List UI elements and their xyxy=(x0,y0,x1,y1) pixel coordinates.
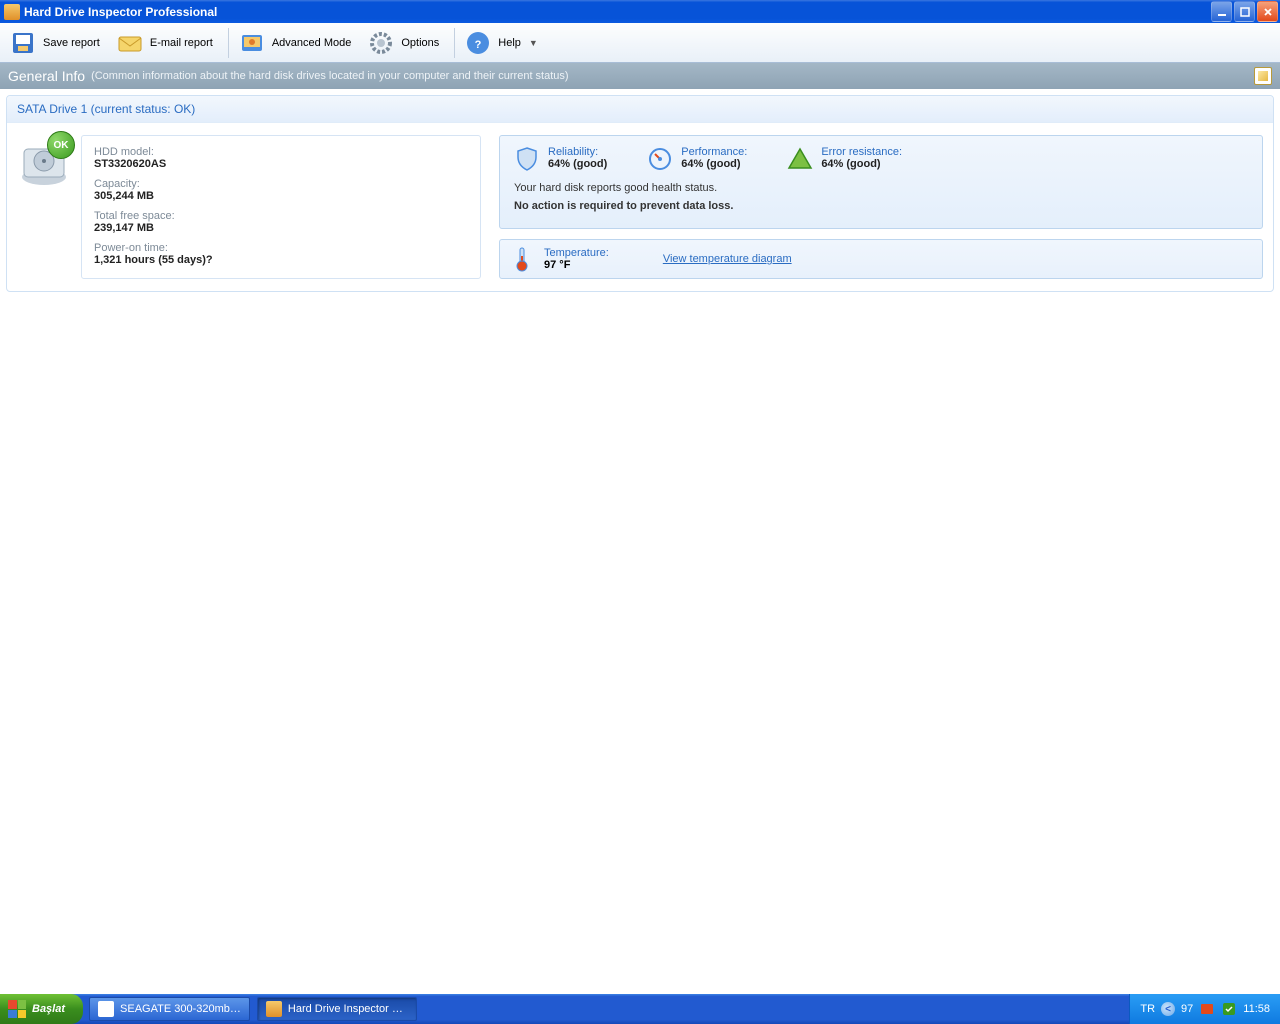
options-label: Options xyxy=(401,37,439,49)
temperature-label: Temperature: xyxy=(544,247,609,259)
performance-value: 64% (good) xyxy=(681,158,747,170)
language-indicator[interactable]: TR xyxy=(1140,1003,1155,1015)
drive-info-box: HDD model:ST3320620AS Capacity:305,244 M… xyxy=(81,135,481,279)
model-label: HDD model: xyxy=(94,146,468,158)
email-report-label: E-mail report xyxy=(150,37,213,49)
tray-temp[interactable]: 97 xyxy=(1181,1003,1193,1015)
clock[interactable]: 11:58 xyxy=(1243,1003,1270,1015)
task-icon xyxy=(98,1001,114,1017)
task-label: Hard Drive Inspector … xyxy=(288,1003,403,1015)
app-icon xyxy=(4,4,20,20)
save-report-button[interactable]: Save report xyxy=(4,26,111,60)
model-value: ST3320620AS xyxy=(94,158,468,170)
chevron-down-icon: ▼ xyxy=(529,38,538,48)
temperature-value: 97 °F xyxy=(544,259,609,271)
svg-text:?: ? xyxy=(475,39,482,51)
performance-label: Performance: xyxy=(681,146,747,158)
performance-metric: Performance:64% (good) xyxy=(647,146,747,172)
reliability-value: 64% (good) xyxy=(548,158,607,170)
tray-icon[interactable] xyxy=(1221,1001,1237,1017)
options-button[interactable]: Options xyxy=(362,26,450,60)
save-report-label: Save report xyxy=(43,37,100,49)
close-button[interactable] xyxy=(1257,1,1278,22)
error-label: Error resistance: xyxy=(821,146,902,158)
thermometer-icon xyxy=(514,246,530,272)
start-label: Başlat xyxy=(32,1003,65,1015)
free-value: 239,147 MB xyxy=(94,222,468,234)
status-box: Reliability:64% (good) Performance:64% (… xyxy=(499,135,1263,229)
reliability-metric: Reliability:64% (good) xyxy=(514,146,607,172)
free-label: Total free space: xyxy=(94,210,468,222)
taskbar-item-1[interactable]: SEAGATE 300-320mb… xyxy=(89,997,250,1021)
taskbar-item-2[interactable]: Hard Drive Inspector … xyxy=(257,997,417,1021)
save-icon xyxy=(9,29,37,57)
start-button[interactable]: Başlat xyxy=(0,994,83,1024)
section-title: General Info xyxy=(8,68,85,84)
triangle-icon xyxy=(787,146,813,172)
section-description: (Common information about the hard disk … xyxy=(91,70,569,82)
gear-icon xyxy=(367,29,395,57)
capacity-label: Capacity: xyxy=(94,178,468,190)
gauge-icon xyxy=(647,146,673,172)
drive-icon: OK xyxy=(17,135,71,279)
content-area: SATA Drive 1 (current status: OK) OK HDD… xyxy=(0,89,1280,994)
window-title: Hard Drive Inspector Professional xyxy=(24,5,1211,19)
maximize-button[interactable] xyxy=(1234,1,1255,22)
error-value: 64% (good) xyxy=(821,158,902,170)
task-icon xyxy=(266,1001,282,1017)
poweron-value: 1,321 hours (55 days)? xyxy=(94,254,468,266)
temperature-box: Temperature:97 °F View temperature diagr… xyxy=(499,239,1263,279)
capacity-value: 305,244 MB xyxy=(94,190,468,202)
toolbar: Save report E-mail report Advanced Mode … xyxy=(0,23,1280,63)
advanced-icon xyxy=(238,29,266,57)
drive-panel: SATA Drive 1 (current status: OK) OK HDD… xyxy=(6,95,1274,292)
tray-icon[interactable] xyxy=(1199,1001,1215,1017)
tray-expand-icon[interactable]: < xyxy=(1161,1002,1175,1016)
section-header: General Info (Common information about t… xyxy=(0,63,1280,89)
email-icon xyxy=(116,29,144,57)
titlebar: Hard Drive Inspector Professional xyxy=(0,0,1280,23)
taskbar: Başlat SEAGATE 300-320mb… Hard Drive Ins… xyxy=(0,994,1280,1024)
help-icon: ? xyxy=(464,29,492,57)
windows-logo-icon xyxy=(8,1000,26,1018)
advanced-mode-label: Advanced Mode xyxy=(272,37,352,49)
shield-icon xyxy=(514,146,540,172)
drive-header: SATA Drive 1 (current status: OK) xyxy=(7,96,1273,123)
advanced-mode-button[interactable]: Advanced Mode xyxy=(233,26,363,60)
temperature-link[interactable]: View temperature diagram xyxy=(663,253,792,265)
help-label: Help xyxy=(498,37,521,49)
status-line1: Your hard disk reports good health statu… xyxy=(514,182,1248,194)
task-label: SEAGATE 300-320mb… xyxy=(120,1003,241,1015)
ok-badge: OK xyxy=(47,131,75,159)
toolbar-separator xyxy=(454,28,455,58)
system-tray: TR < 97 11:58 xyxy=(1129,994,1280,1024)
note-icon[interactable] xyxy=(1254,67,1272,85)
poweron-label: Power-on time: xyxy=(94,242,468,254)
minimize-button[interactable] xyxy=(1211,1,1232,22)
reliability-label: Reliability: xyxy=(548,146,607,158)
toolbar-separator xyxy=(228,28,229,58)
email-report-button[interactable]: E-mail report xyxy=(111,26,224,60)
help-button[interactable]: ? Help ▼ xyxy=(459,26,549,60)
status-line2: No action is required to prevent data lo… xyxy=(514,200,1248,212)
error-metric: Error resistance:64% (good) xyxy=(787,146,902,172)
